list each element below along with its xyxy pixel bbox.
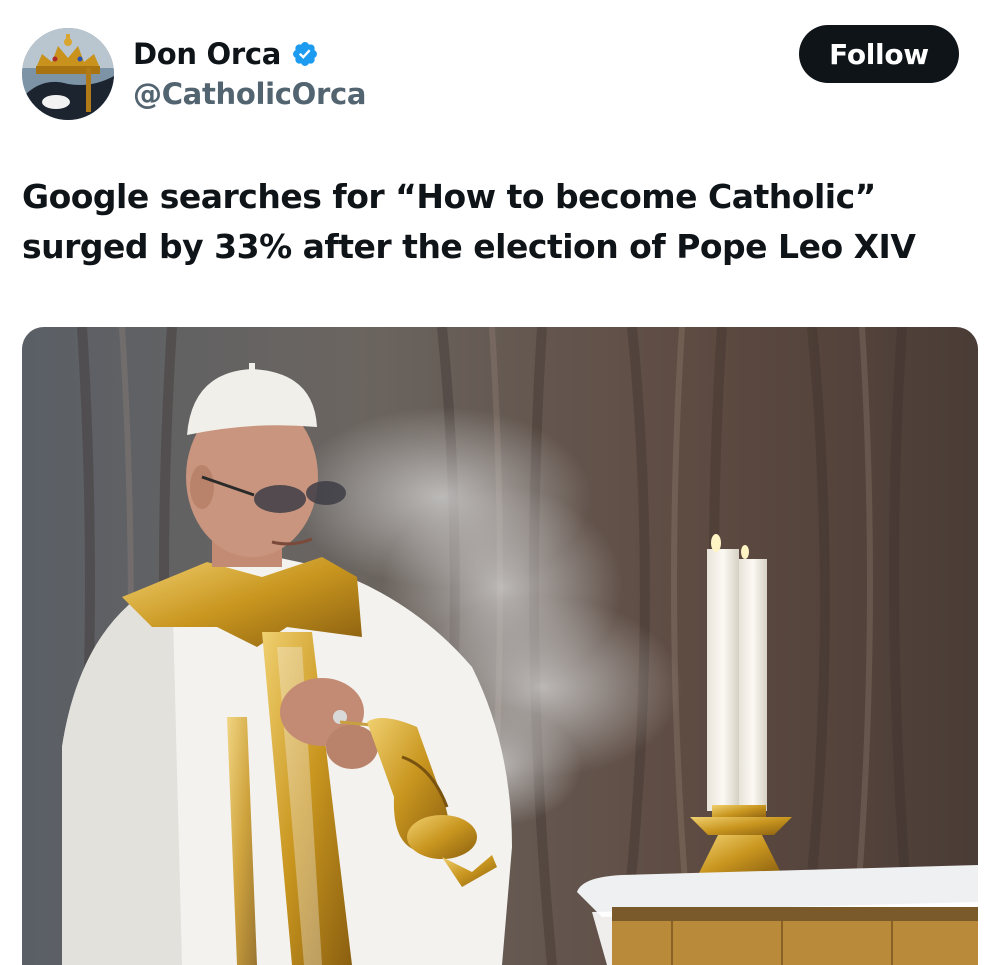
author-name-row: Don Orca <box>133 34 319 74</box>
author-display-name[interactable]: Don Orca <box>133 34 281 74</box>
tweet-text: Google searches for “How to become Catho… <box>22 177 916 266</box>
orca-crown-avatar-icon <box>22 28 114 120</box>
follow-button[interactable]: Follow <box>799 25 959 83</box>
avatar[interactable] <box>22 28 114 120</box>
author-handle[interactable]: @CatholicOrca <box>133 74 366 114</box>
verified-badge-icon <box>293 42 318 66</box>
tweet-media-image[interactable] <box>22 327 978 965</box>
pope-incense-photo <box>22 327 978 965</box>
